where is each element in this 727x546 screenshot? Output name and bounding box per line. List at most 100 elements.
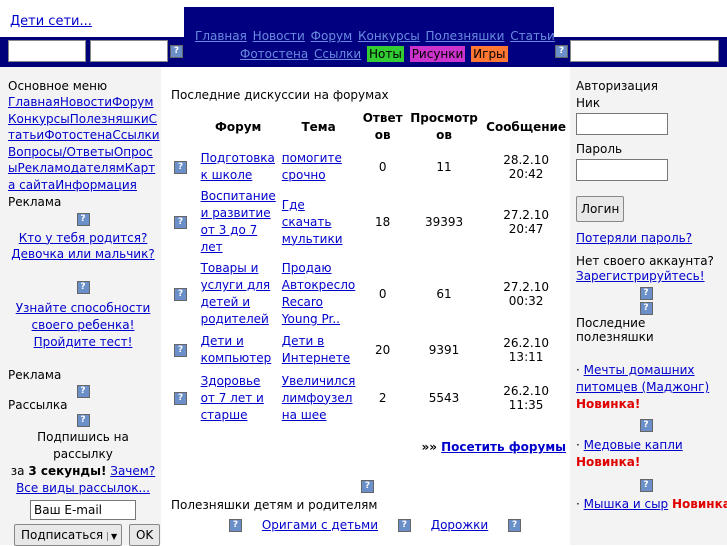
col-message: Сообщение xyxy=(486,120,567,134)
all-mailings-link[interactable]: Все виды рассылок... xyxy=(16,481,150,495)
broken-image-icon: ? xyxy=(76,384,90,398)
topic-link[interactable]: Увеличился лимфоузел на шее xyxy=(282,374,356,422)
menu-link-contests[interactable]: Конкурсы xyxy=(8,112,70,126)
password-field[interactable] xyxy=(576,159,668,181)
main-nav-row1: Главная Новости Форум Конкурсы Полезняшк… xyxy=(195,29,557,43)
nav-link-articles[interactable]: Статьи xyxy=(510,29,555,43)
nav-link-photowall[interactable]: Фотостена xyxy=(240,47,308,61)
forum-link[interactable]: Товары и услуги для детей и родителей xyxy=(201,261,271,326)
ads-title-2: Реклама xyxy=(8,367,62,382)
menu-link-links[interactable]: Ссылки xyxy=(112,128,159,142)
broken-image-icon: ? xyxy=(76,413,90,427)
latest-useful-title: Последние полезняшки xyxy=(576,316,654,344)
nav-link-games[interactable]: Игры xyxy=(471,46,508,62)
useful-item-origami[interactable]: Оригами с детьми xyxy=(262,518,378,532)
menu-link-qa[interactable]: Вопросы/Ответы xyxy=(8,145,114,159)
broken-image-icon: ? xyxy=(639,419,653,432)
email-field[interactable] xyxy=(30,499,136,520)
new-badge: Новинка! xyxy=(576,455,641,469)
no-account-text: Нет своего аккаунта? xyxy=(576,254,714,268)
nav-link-notes[interactable]: Ноты xyxy=(367,46,404,62)
main-menu-title: Основное меню xyxy=(8,79,108,93)
broken-image-icon: ? xyxy=(639,479,653,492)
ad-gender-line2[interactable]: Девочка или мальчик? xyxy=(11,247,154,261)
password-label: Пароль xyxy=(576,142,623,156)
col-answers: Ответов xyxy=(362,111,403,142)
nav-link-drawings[interactable]: Рисунки xyxy=(409,46,466,62)
new-badge: Новинка! xyxy=(576,397,641,411)
broken-image-icon: ? xyxy=(170,45,183,58)
broken-image-icon: ? xyxy=(397,519,411,532)
broken-image-icon: ? xyxy=(555,45,568,58)
login-button[interactable]: Логин xyxy=(576,196,625,222)
topic-link[interactable]: Дети в Интернете xyxy=(282,334,350,365)
forum-icon: ? xyxy=(174,161,187,174)
forum-link[interactable]: Дети и компьютер xyxy=(201,334,272,365)
ad-gender-line1[interactable]: Кто у тебя родится? xyxy=(19,231,148,245)
table-row: ? Воспитание и развитие от 3 до 7 лет Гд… xyxy=(171,186,571,258)
subscribe-select[interactable]: Подписаться ▼ xyxy=(14,523,123,546)
table-row: ? Товары и услуги для детей и родителей … xyxy=(171,258,571,330)
lost-password-link[interactable]: Потеряли пароль? xyxy=(576,231,692,245)
why-link[interactable]: Зачем? xyxy=(110,464,155,478)
menu-link-advertisers[interactable]: Рекламодателям xyxy=(17,161,124,175)
forum-icon: ? xyxy=(174,216,187,229)
answers-count: 2 xyxy=(378,391,387,405)
menu-link-news[interactable]: Новости xyxy=(60,95,112,109)
visit-forums-link[interactable]: Посетить форумы xyxy=(441,440,566,454)
right-column: Авторизация Ник Пароль Логин Потеряли па… xyxy=(576,78,727,513)
menu-link-home[interactable]: Главная xyxy=(8,95,60,109)
views-count: 9391 xyxy=(428,343,460,357)
subscribe-mid: за xyxy=(10,463,25,478)
register-link[interactable]: Зарегистрируйтесь! xyxy=(576,269,705,283)
broken-image-icon: ? xyxy=(639,302,653,315)
latest-item-link[interactable]: Мечты домашних питомцев (Маджонг) xyxy=(576,363,709,394)
nav-link-home[interactable]: Главная xyxy=(195,29,247,43)
menu-link-useful[interactable]: Полезняшки xyxy=(70,112,149,126)
views-count: 61 xyxy=(436,287,452,301)
table-row: ? Подготовка к школе помогите срочно 0 1… xyxy=(171,148,571,186)
latest-item-link[interactable]: Медовые капли xyxy=(584,438,683,452)
forum-link[interactable]: Воспитание и развитие от 3 до 7 лет xyxy=(201,189,276,254)
forum-link[interactable]: Здоровье от 7 лет и старше xyxy=(201,374,264,422)
nav-link-contests[interactable]: Конкурсы xyxy=(358,29,420,43)
nav-link-links[interactable]: Ссылки xyxy=(314,47,361,61)
latest-item-link[interactable]: Мышка и сыр xyxy=(584,497,669,511)
table-row: ? Дети и компьютер Дети в Интернете 20 9… xyxy=(171,330,571,370)
main-menu: ГлавнаяНовостиФорумКонкурсыПолезняшкиСта… xyxy=(8,94,160,194)
header-field-2[interactable] xyxy=(90,40,168,62)
topic-link[interactable]: Продаю Автокресло Recaro Young Pr.. xyxy=(282,261,355,326)
visit-forums: »» Посетить форумы xyxy=(421,440,566,454)
nick-field[interactable] xyxy=(576,113,668,135)
useful-section-title: Полезняшки детям и родителям xyxy=(171,498,378,512)
useful-item-paths[interactable]: Дорожки xyxy=(431,518,489,532)
menu-link-info[interactable]: Информация xyxy=(55,178,137,192)
answers-count: 18 xyxy=(374,215,391,229)
topic-link[interactable]: Где скачать мультики xyxy=(282,198,343,246)
ad-test-line1[interactable]: Узнайте способности xyxy=(16,301,151,315)
forum-icon: ? xyxy=(174,392,187,405)
answers-count: 0 xyxy=(378,160,387,174)
menu-link-photowall[interactable]: Фотостена xyxy=(44,128,112,142)
nav-link-forum[interactable]: Форум xyxy=(311,29,352,43)
broken-image-icon: ? xyxy=(229,519,242,532)
header-field-1[interactable] xyxy=(8,40,86,62)
forum-link[interactable]: Подготовка к школе xyxy=(201,151,275,182)
site-brand-link[interactable]: Дети сети... xyxy=(10,14,92,29)
main-content: Последние дискуссии на форумах Форум Тем… xyxy=(161,78,570,545)
menu-link-forum[interactable]: Форум xyxy=(112,95,153,109)
new-badge: Новинка xyxy=(672,497,727,511)
nav-link-useful[interactable]: Полезняшки xyxy=(426,29,505,43)
nav-link-news[interactable]: Новости xyxy=(253,29,305,43)
ad-test-line2[interactable]: своего ребенка! xyxy=(32,318,135,332)
views-count: 39393 xyxy=(424,215,464,229)
forum-icon: ? xyxy=(174,344,187,357)
ok-button[interactable]: OK xyxy=(128,523,161,546)
col-views: Просмотров xyxy=(410,111,478,142)
header-search-field[interactable] xyxy=(570,40,719,62)
list-item: · Мечты домашних питомцев (Маджонг) Нови… xyxy=(576,363,710,411)
topic-link[interactable]: помогите срочно xyxy=(282,151,342,182)
ad-test-line3[interactable]: Пройдите тест! xyxy=(34,335,133,349)
broken-image-icon: ? xyxy=(76,280,90,294)
table-row: ? Здоровье от 7 лет и старше Увеличился … xyxy=(171,370,571,426)
